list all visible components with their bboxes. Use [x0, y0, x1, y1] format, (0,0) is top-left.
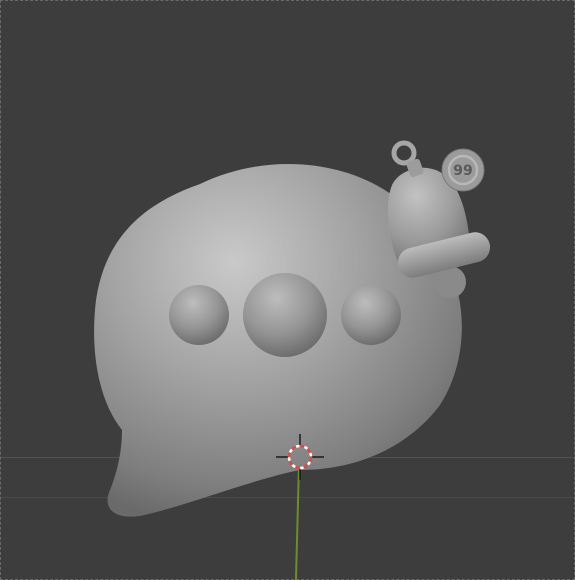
scene-render: 99: [94, 140, 491, 517]
dot-right: [341, 285, 401, 345]
dot-center: [243, 273, 327, 357]
dot-left: [169, 285, 229, 345]
notification-badge: 99: [441, 148, 485, 192]
3d-viewport[interactable]: 99: [0, 0, 575, 580]
badge-count: 99: [453, 163, 472, 179]
